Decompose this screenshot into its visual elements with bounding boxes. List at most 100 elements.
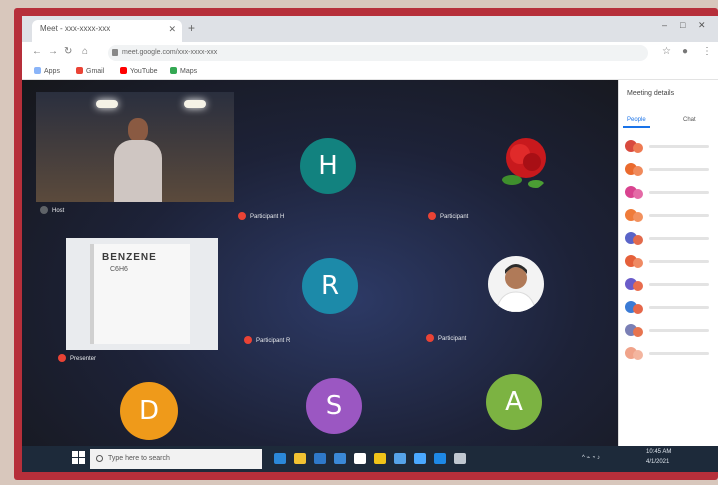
- tile-name-r: Participant R: [244, 336, 290, 344]
- ceiling-light: [96, 100, 118, 108]
- participant-badge: [633, 166, 643, 176]
- mic-off-icon: [428, 212, 436, 220]
- app-icon[interactable]: [394, 453, 406, 464]
- person-photo: [488, 256, 544, 312]
- maps-icon: [170, 67, 177, 74]
- tile-name-person: Participant: [426, 334, 466, 342]
- bookmarks-bar: Apps Gmail YouTube Maps: [22, 64, 718, 80]
- participant-list: [625, 136, 717, 366]
- participant-name-line: [649, 168, 709, 171]
- youtube-icon: [120, 67, 127, 74]
- participant-name-line: [649, 214, 709, 217]
- app-icon[interactable]: [434, 453, 446, 464]
- participant-name-line: [649, 260, 709, 263]
- reload-icon[interactable]: ↻: [64, 46, 72, 57]
- browser-nav-bar: ← → ↻ ⌂ meet.google.com/xxx-xxxx-xxx ☆ ●…: [22, 42, 718, 64]
- participant-badge: [633, 143, 643, 153]
- tab-title: Meet - xxx-xxxx-xxx: [40, 24, 111, 33]
- lock-icon: [112, 49, 118, 56]
- browser-tab-bar: Meet - xxx-xxxx-xxx ✕ + – □ ✕: [22, 16, 718, 42]
- participant-name-line: [649, 283, 709, 286]
- file-explorer-icon[interactable]: [294, 453, 306, 464]
- bookmark-apps[interactable]: Apps: [34, 67, 60, 75]
- tab-people[interactable]: People: [623, 114, 650, 128]
- clock-date[interactable]: 4/1/2021: [646, 459, 669, 465]
- list-item[interactable]: [625, 320, 717, 343]
- list-item[interactable]: [625, 228, 717, 251]
- search-icon: [96, 455, 103, 462]
- participant-badge: [633, 350, 643, 360]
- taskbar-search-input[interactable]: Type here to search: [90, 449, 262, 469]
- ceiling-light: [184, 100, 206, 108]
- windows-taskbar: Type here to search ^ ⌁ ◔ ♪ 10:45 AM 4/1…: [22, 446, 718, 472]
- app-icon[interactable]: [454, 453, 466, 464]
- clock-time[interactable]: 10:45 AM: [646, 449, 671, 455]
- menu-icon[interactable]: ⋮: [702, 46, 712, 57]
- task-view-icon[interactable]: [274, 453, 286, 464]
- participant-badge: [633, 212, 643, 222]
- bookmark-youtube[interactable]: YouTube: [120, 67, 158, 75]
- participant-badge: [633, 327, 643, 337]
- avatar-a: A: [486, 374, 542, 430]
- screen: Meet - xxx-xxxx-xxx ✕ + – □ ✕ ← → ↻ ⌂ me…: [22, 16, 718, 472]
- tab-chat[interactable]: Chat: [679, 114, 700, 126]
- window-close-icon[interactable]: ✕: [698, 20, 706, 31]
- profile-icon[interactable]: ●: [682, 46, 688, 57]
- mic-off-icon: [244, 336, 252, 344]
- minimize-icon[interactable]: –: [662, 20, 667, 30]
- address-bar[interactable]: meet.google.com/xxx-xxxx-xxx: [108, 45, 648, 61]
- list-item[interactable]: [625, 343, 717, 366]
- mail-icon[interactable]: [314, 453, 326, 464]
- panel-title: Meeting details: [627, 90, 675, 97]
- avatar-r: R: [302, 258, 358, 314]
- participant-name-line: [649, 191, 709, 194]
- list-item[interactable]: [625, 136, 717, 159]
- list-item[interactable]: [625, 297, 717, 320]
- tab-close-icon[interactable]: ✕: [168, 24, 176, 35]
- mic-off-icon: [426, 334, 434, 342]
- folder-icon[interactable]: [374, 453, 386, 464]
- host-person: [114, 118, 162, 202]
- home-icon[interactable]: ⌂: [82, 46, 88, 57]
- mic-icon: [40, 206, 48, 214]
- host-body: [114, 140, 162, 202]
- forward-icon[interactable]: →: [48, 46, 58, 57]
- participant-name-line: [649, 145, 709, 148]
- maximize-icon[interactable]: □: [680, 20, 685, 30]
- app-icon[interactable]: [414, 453, 426, 464]
- participant-badge: [633, 235, 643, 245]
- avatar-s: S: [306, 378, 362, 434]
- mic-off-icon: [238, 212, 246, 220]
- list-item[interactable]: [625, 205, 717, 228]
- gmail-icon: [76, 67, 83, 74]
- participant-name-line: [649, 237, 709, 240]
- participant-name-line: [649, 329, 709, 332]
- book-subtitle: C6H6: [110, 266, 128, 273]
- bookmark-maps[interactable]: Maps: [170, 67, 197, 75]
- participant-badge: [633, 189, 643, 199]
- book-page: BENZENE C6H6: [90, 244, 190, 344]
- avatar-d: D: [120, 382, 178, 440]
- back-icon[interactable]: ←: [32, 46, 42, 57]
- list-item[interactable]: [625, 182, 717, 205]
- new-tab-icon[interactable]: +: [188, 21, 195, 35]
- participant-name-line: [649, 306, 709, 309]
- star-icon[interactable]: ☆: [662, 46, 671, 57]
- mic-off-icon: [58, 354, 66, 362]
- presenter-video-tile[interactable]: BENZENE C6H6: [66, 238, 218, 350]
- chrome-icon[interactable]: [354, 453, 366, 464]
- host-video-tile[interactable]: [36, 92, 234, 202]
- list-item[interactable]: [625, 274, 717, 297]
- url-text: meet.google.com/xxx-xxxx-xxx: [122, 49, 218, 56]
- windows-start-icon[interactable]: [72, 451, 86, 465]
- list-item[interactable]: [625, 251, 717, 274]
- tray-icons[interactable]: ^ ⌁ ◔ ♪: [582, 454, 600, 461]
- book-title: BENZENE: [102, 252, 157, 263]
- bookmark-gmail[interactable]: Gmail: [76, 67, 104, 75]
- participant-badge: [633, 258, 643, 268]
- tile-name-presenter: Presenter: [58, 354, 96, 362]
- browser-tab[interactable]: Meet - xxx-xxxx-xxx ✕: [32, 20, 182, 42]
- store-icon[interactable]: [334, 453, 346, 464]
- apps-icon: [34, 67, 41, 74]
- list-item[interactable]: [625, 159, 717, 182]
